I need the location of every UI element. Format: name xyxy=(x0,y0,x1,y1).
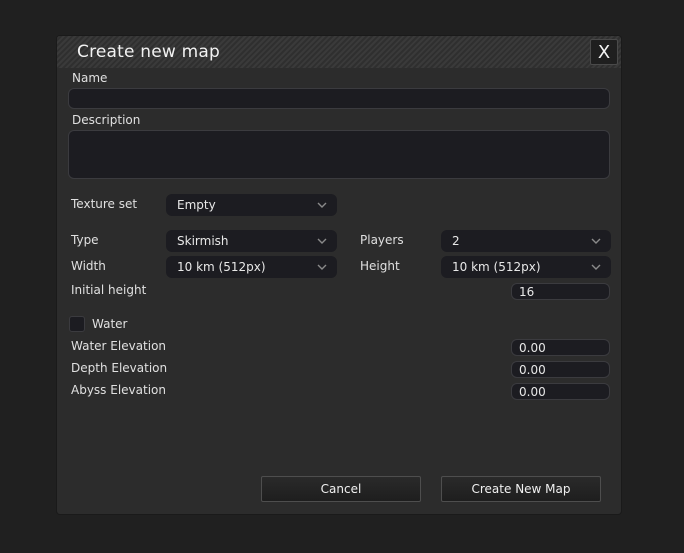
abyss-elevation-input[interactable]: 0.00 xyxy=(511,383,610,400)
water-elevation-label: Water Elevation xyxy=(71,339,167,353)
dialog-title: Create new map xyxy=(77,42,221,62)
create-new-map-button[interactable]: Create New Map xyxy=(441,476,601,502)
players-label: Players xyxy=(360,233,404,247)
type-select[interactable]: Skirmish xyxy=(166,230,337,252)
height-select[interactable]: 10 km (512px) xyxy=(441,256,611,278)
initial-height-input[interactable]: 16 xyxy=(511,283,610,300)
cancel-button[interactable]: Cancel xyxy=(261,476,421,502)
players-value: 2 xyxy=(452,234,460,248)
close-icon: X xyxy=(597,42,611,63)
chevron-down-icon xyxy=(317,202,327,208)
width-select[interactable]: 10 km (512px) xyxy=(166,256,337,278)
depth-elevation-label: Depth Elevation xyxy=(71,361,168,375)
width-label: Width xyxy=(71,259,106,273)
texture-set-select[interactable]: Empty xyxy=(166,194,337,216)
chevron-down-icon xyxy=(591,264,601,270)
chevron-down-icon xyxy=(317,264,327,270)
type-value: Skirmish xyxy=(177,234,229,248)
abyss-elevation-label: Abyss Elevation xyxy=(71,383,166,397)
description-label: Description xyxy=(72,113,141,127)
dialog-titlebar[interactable]: Create new map X xyxy=(57,36,621,68)
type-label: Type xyxy=(71,233,99,247)
page: Create new map X Name Description Textur… xyxy=(0,0,684,553)
chevron-down-icon xyxy=(591,238,601,244)
texture-set-value: Empty xyxy=(177,198,216,212)
initial-height-label: Initial height xyxy=(71,283,147,297)
texture-set-label: Texture set xyxy=(71,197,138,211)
name-input[interactable] xyxy=(68,88,610,109)
width-value: 10 km (512px) xyxy=(177,260,266,274)
water-label: Water xyxy=(92,317,128,331)
height-label: Height xyxy=(360,259,400,273)
depth-elevation-input[interactable]: 0.00 xyxy=(511,361,610,378)
chevron-down-icon xyxy=(317,238,327,244)
name-label: Name xyxy=(72,71,108,85)
description-input[interactable] xyxy=(68,130,610,179)
players-select[interactable]: 2 xyxy=(441,230,611,252)
close-button[interactable]: X xyxy=(590,39,618,65)
create-map-dialog: Create new map X Name Description Textur… xyxy=(57,36,621,514)
height-value: 10 km (512px) xyxy=(452,260,541,274)
water-elevation-input[interactable]: 0.00 xyxy=(511,339,610,356)
water-checkbox[interactable] xyxy=(69,316,85,332)
